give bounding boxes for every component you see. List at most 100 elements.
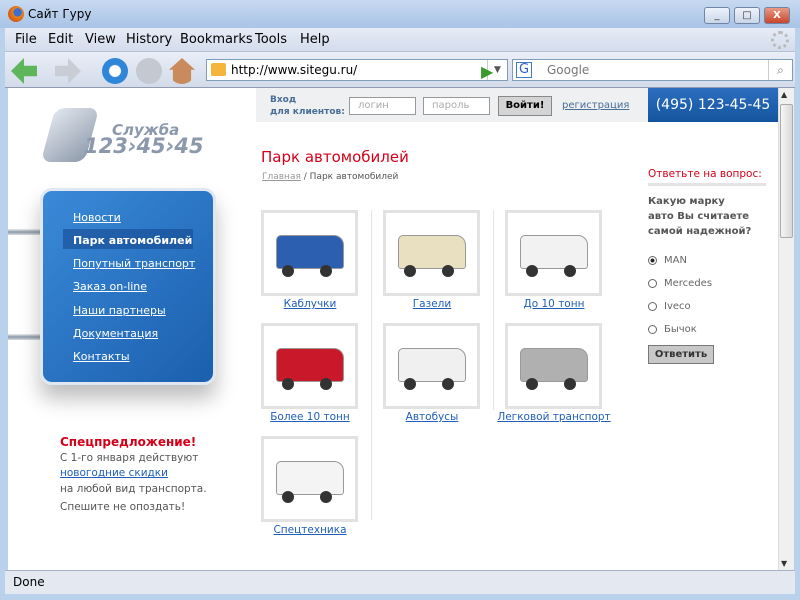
home-button[interactable] (169, 58, 195, 84)
promo-text: на любой вид транспорта. (60, 482, 207, 495)
wheel-icon (282, 265, 294, 277)
sidebar-item-news[interactable]: Новости (73, 211, 121, 224)
minimize-button[interactable]: _ (704, 7, 730, 24)
google-engine-icon[interactable]: G (516, 62, 532, 78)
wheel-icon (564, 378, 576, 390)
reload-button[interactable] (102, 58, 128, 84)
vehicle-card[interactable] (505, 210, 602, 296)
vertical-scrollbar[interactable]: ▲ ▼ (778, 88, 794, 570)
vehicle-link[interactable]: Легковой транспорт (493, 411, 615, 423)
menu-bookmarks[interactable]: Bookmarks (180, 32, 253, 47)
breadcrumb: Главная / Парк автомобилей (262, 172, 398, 182)
login-input[interactable]: логин (349, 97, 416, 115)
vehicle-link[interactable]: Газели (371, 298, 493, 310)
wheel-icon (320, 378, 332, 390)
wheel-icon (404, 265, 416, 277)
back-button[interactable] (11, 58, 37, 84)
sidebar-item-fleet[interactable]: Парк автомобилей (73, 234, 192, 247)
forward-button[interactable] (55, 58, 81, 84)
poll-option[interactable]: MAN (648, 249, 766, 272)
close-button[interactable]: X (764, 7, 790, 24)
bus-icon (398, 348, 466, 382)
sidebar-item-shared-transport[interactable]: Попутный транспорт (73, 257, 195, 270)
breadcrumb-home[interactable]: Главная (262, 172, 301, 182)
poll-option-label: Iveco (664, 301, 691, 312)
scroll-down-icon[interactable]: ▼ (781, 559, 787, 568)
poll-option-label: Бычок (664, 324, 697, 335)
promo-title: Спецпредложение! (60, 435, 197, 449)
car-icon (520, 348, 588, 382)
radio-button[interactable] (648, 302, 657, 311)
radio-button[interactable] (648, 279, 657, 288)
menu-tools[interactable]: Tools (255, 32, 287, 47)
promo-text: С 1-го января действуют (60, 451, 199, 464)
sign-bracket-bottom (8, 334, 42, 340)
menu-file[interactable]: File (15, 32, 37, 47)
page-title: Парк автомобилей (261, 148, 409, 166)
semi-truck-icon (276, 348, 344, 382)
vehicle-card[interactable] (261, 436, 358, 522)
search-input[interactable]: G Google ⌕ (512, 59, 793, 81)
poll-option[interactable]: Iveco (648, 295, 766, 318)
poll-option[interactable]: Бычок (648, 318, 766, 341)
sidebar-item-contacts[interactable]: Контакты (73, 350, 130, 363)
wheel-icon (282, 491, 294, 503)
divider (371, 210, 372, 520)
url-text: http://www.sitegu.ru/ (231, 63, 358, 77)
vehicle-card[interactable] (383, 210, 480, 296)
vehicle-link[interactable]: Автобусы (371, 411, 493, 423)
firefox-icon (8, 6, 24, 22)
sidebar-nav: Новости Парк автомобилей Попутный трансп… (40, 188, 216, 385)
vehicle-link[interactable]: Каблучки (249, 298, 371, 310)
vehicle-card[interactable] (261, 210, 358, 296)
login-button[interactable]: Войти! (498, 96, 552, 116)
stop-button[interactable] (136, 58, 162, 84)
vehicle-link[interactable]: Более 10 тонн (249, 411, 371, 423)
sidebar-item-order-online[interactable]: Заказ on-line (73, 280, 147, 293)
radio-button[interactable] (648, 325, 657, 334)
menu-history[interactable]: History (126, 32, 172, 47)
search-icon[interactable]: ⌕ (768, 60, 792, 80)
register-link[interactable]: регистрация (562, 100, 629, 111)
breadcrumb-separator: / (303, 172, 307, 182)
wheel-icon (320, 265, 332, 277)
wheel-icon (442, 378, 454, 390)
poll-option-label: Mercedes (664, 278, 713, 289)
vehicle-card[interactable] (383, 323, 480, 409)
vehicle-link[interactable]: До 10 тонн (493, 298, 615, 310)
menu-view[interactable]: View (85, 32, 116, 47)
navigation-toolbar: http://www.sitegu.ru/ ▼ ▶ G Google ⌕ (5, 52, 795, 88)
poll-submit-button[interactable]: Ответить (648, 345, 714, 364)
wheel-icon (526, 378, 538, 390)
promo-block: Спецпредложение! С 1-го января действуют… (60, 435, 207, 516)
vehicle-card[interactable] (261, 323, 358, 409)
menu-help[interactable]: Help (300, 32, 330, 47)
radio-button[interactable] (648, 256, 657, 265)
sidebar-item-documents[interactable]: Документация (73, 327, 158, 340)
url-bar[interactable]: http://www.sitegu.ru/ ▼ (206, 59, 508, 81)
scroll-thumb[interactable] (780, 104, 793, 238)
status-text: Done (13, 575, 45, 589)
wheel-icon (282, 378, 294, 390)
logo-text-2: 123›45›45 (84, 134, 204, 158)
status-bar: Done (5, 570, 795, 594)
divider (493, 210, 494, 410)
sidebar-item-partners[interactable]: Наши партнеры (73, 304, 166, 317)
login-label: Вход для клиентов: (270, 95, 345, 117)
menu-edit[interactable]: Edit (48, 32, 73, 47)
crane-truck-icon (276, 461, 344, 495)
poll-option[interactable]: Mercedes (648, 272, 766, 295)
promo-text: Спешите не опоздать! (60, 501, 186, 513)
vehicle-card[interactable] (505, 323, 602, 409)
wheel-icon (526, 265, 538, 277)
box-truck-icon (520, 235, 588, 269)
promo-link[interactable]: новогодние скидки (60, 467, 168, 479)
phone-number: (495) 123-45-45 (648, 88, 778, 122)
title-bar: Сайт Гуру _ □ X (0, 0, 800, 28)
vehicle-link[interactable]: Спецтехника (249, 524, 371, 536)
password-input[interactable]: пароль (423, 97, 490, 115)
scroll-up-icon[interactable]: ▲ (781, 90, 787, 99)
maximize-button[interactable]: □ (734, 7, 760, 24)
wheel-icon (564, 265, 576, 277)
go-button[interactable]: ▶ (481, 62, 493, 81)
